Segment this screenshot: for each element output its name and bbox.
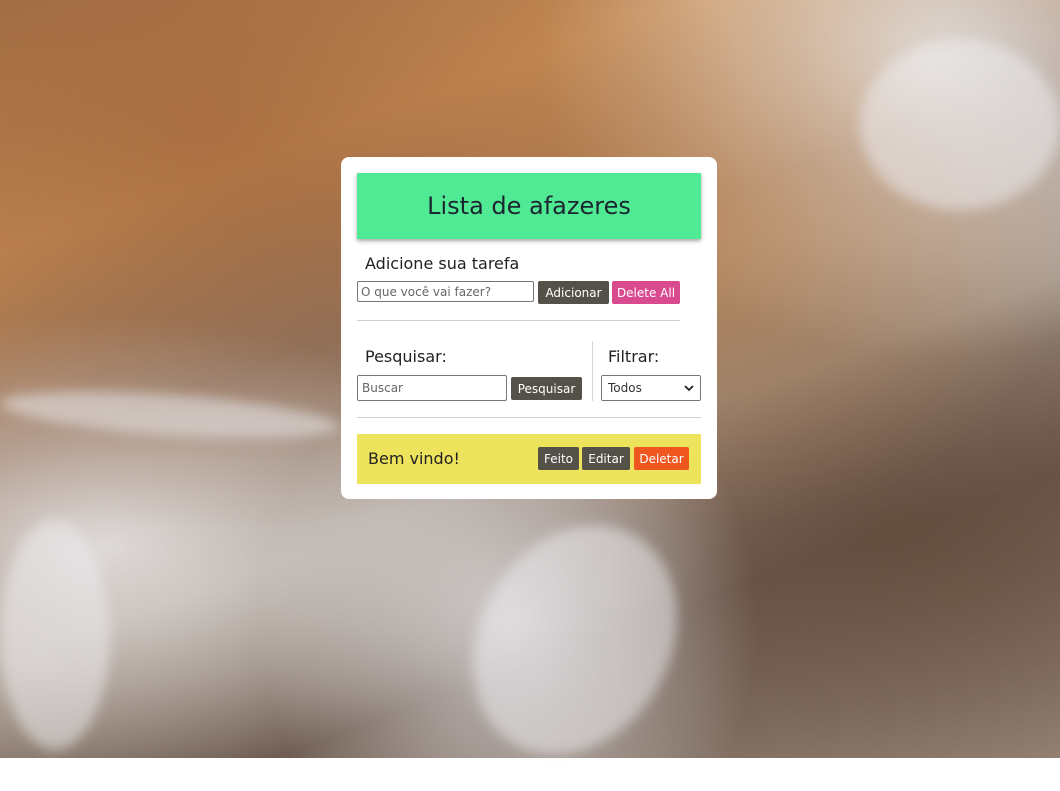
task-input[interactable] (357, 281, 534, 302)
todo-card: Lista de afazeres Adicione sua tarefa Ad… (341, 157, 717, 499)
divider (357, 320, 680, 321)
delete-button[interactable]: Deletar (634, 447, 689, 470)
search-button[interactable]: Pesquisar (511, 377, 582, 400)
add-task-label: Adicione sua tarefa (365, 254, 520, 273)
edit-button[interactable]: Editar (582, 447, 630, 470)
chevron-down-icon (684, 385, 694, 392)
filter-label: Filtrar: (608, 347, 660, 366)
search-label: Pesquisar: (365, 347, 447, 366)
todo-text: Bem vindo! (368, 449, 460, 468)
vertical-divider (592, 341, 593, 401)
add-button[interactable]: Adicionar (538, 281, 609, 304)
page-title: Lista de afazeres (357, 173, 701, 239)
divider (357, 417, 701, 418)
todo-item: Bem vindo! Feito Editar Deletar (357, 434, 701, 484)
search-input[interactable] (357, 375, 507, 401)
filter-selected-value: Todos (608, 381, 642, 395)
done-button[interactable]: Feito (538, 447, 579, 470)
filter-select[interactable]: Todos (601, 375, 701, 401)
delete-all-button[interactable]: Delete All (612, 281, 680, 304)
